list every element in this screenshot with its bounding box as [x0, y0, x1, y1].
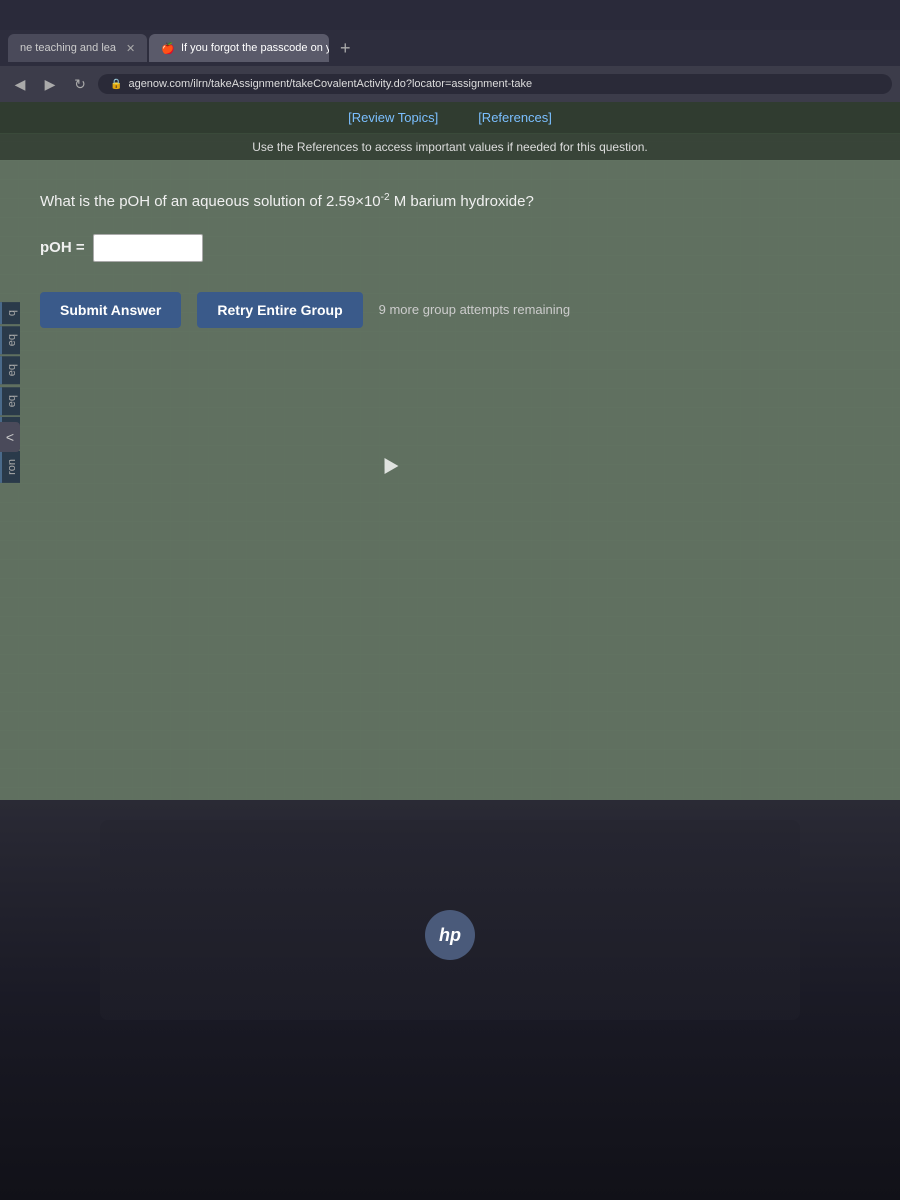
browser-chrome: ne teaching and lea ✕ 🍎 If you forgot th…	[0, 30, 900, 102]
references-note-text: Use the References to access important v…	[252, 140, 648, 154]
tab-teaching[interactable]: ne teaching and lea ✕	[8, 34, 147, 62]
left-sidebar: q eq eq eq req ron	[0, 302, 20, 483]
attempts-remaining-text: 9 more group attempts remaining	[379, 302, 570, 317]
retry-entire-group-button[interactable]: Retry Entire Group	[197, 292, 362, 328]
references-link[interactable]: [References]	[478, 110, 552, 125]
address-bar-row: ◀ ▶ ↻ 🔒 agenow.com/ilrn/takeAssignment/t…	[0, 66, 900, 102]
top-bezel	[0, 0, 900, 30]
lock-icon: 🔒	[110, 79, 122, 90]
tab-bar: ne teaching and lea ✕ 🍎 If you forgot th…	[0, 30, 900, 66]
collapse-arrow[interactable]: <	[0, 422, 20, 452]
page-toolbar: [Review Topics] [References]	[0, 102, 900, 134]
question-area: What is the pOH of an aqueous solution o…	[0, 160, 900, 348]
sidebar-tab-ron[interactable]: ron	[0, 451, 20, 483]
poh-row: pOH =	[40, 234, 860, 262]
sidebar-tab-eq2[interactable]: eq	[0, 356, 20, 384]
hp-logo-area: hp	[425, 910, 475, 960]
hp-logo: hp	[425, 910, 475, 960]
tab-favicon: 🍎	[161, 42, 175, 55]
browser-content: q eq eq eq req ron < [Review Topics] [Re…	[0, 102, 900, 882]
review-topics-link[interactable]: [Review Topics]	[348, 110, 438, 125]
question-prefix: What is the pOH of an aqueous solution o…	[40, 193, 381, 210]
question-exponent: -2	[381, 192, 390, 203]
tab-passcode-label: If you forgot the passcode on yo	[181, 42, 329, 54]
submit-answer-button[interactable]: Submit Answer	[40, 292, 181, 328]
tab-passcode[interactable]: 🍎 If you forgot the passcode on yo ✕	[149, 34, 329, 62]
page-inner: [Review Topics] [References] Use the Ref…	[0, 102, 900, 348]
forward-button[interactable]: ▶	[38, 72, 62, 96]
buttons-row: Submit Answer Retry Entire Group 9 more …	[40, 292, 860, 328]
address-bar[interactable]: 🔒 agenow.com/ilrn/takeAssignment/takeCov…	[98, 74, 892, 94]
poh-input[interactable]	[93, 234, 203, 262]
back-button[interactable]: ◀	[8, 72, 32, 96]
poh-label: pOH =	[40, 239, 85, 256]
sidebar-tab-q[interactable]: q	[0, 302, 20, 324]
tab-teaching-label: ne teaching and lea	[20, 42, 116, 54]
tab-teaching-close[interactable]: ✕	[126, 42, 135, 55]
sidebar-tab-eq1[interactable]: eq	[0, 326, 20, 354]
sidebar-tab-eq3[interactable]: eq	[0, 387, 20, 415]
question-suffix: M barium hydroxide?	[390, 193, 534, 210]
refresh-button[interactable]: ↻	[68, 72, 92, 96]
laptop-bottom	[0, 800, 900, 1200]
new-tab-button[interactable]: +	[331, 34, 359, 62]
question-text: What is the pOH of an aqueous solution o…	[40, 190, 860, 214]
references-note: Use the References to access important v…	[0, 134, 900, 160]
url-text: agenow.com/ilrn/takeAssignment/takeCoval…	[128, 78, 532, 90]
